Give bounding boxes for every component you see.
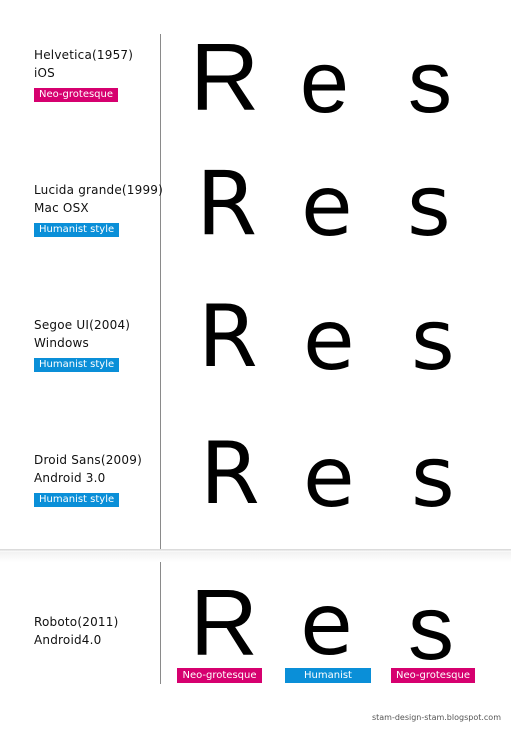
sample-letter-s: s — [408, 577, 454, 679]
sample-letter-e: e — [301, 157, 353, 255]
sample-letter-r: R — [198, 287, 258, 387]
font-platform: iOS — [34, 66, 55, 80]
sample-letter-e: e — [303, 291, 355, 389]
sample-letter-s: s — [411, 291, 455, 389]
roboto-r-style-badge: Neo-grotesque — [177, 668, 262, 683]
sample-letter-e: e — [303, 428, 355, 526]
font-platform: Mac OSX — [34, 201, 89, 215]
sample-letter-r: R — [190, 24, 260, 131]
sample-letter-s: s — [411, 428, 455, 526]
sample-letter-e: e — [300, 32, 349, 131]
style-badge: Humanist style — [34, 358, 120, 372]
font-info-lucida-grande: Lucida grande(1999) Mac OSX Humanist sty… — [34, 181, 164, 237]
vertical-divider-bottom — [160, 552, 161, 684]
font-platform: Android4.0 — [34, 633, 102, 647]
sample-letter-s: s — [408, 32, 452, 131]
roboto-s-style-badge: Neo-grotesque — [391, 668, 475, 683]
sample-letter-r: R — [196, 152, 258, 255]
sample-letter-e: e — [300, 575, 353, 675]
font-info-segoe-ui: Segoe UI(2004) Windows Humanist style — [34, 316, 156, 372]
sample-letter-r: R — [200, 424, 260, 524]
sample-letter-r: R — [190, 570, 258, 675]
style-badge: Neo-grotesque — [34, 88, 119, 102]
font-info-roboto: Roboto(2011) Android4.0 — [34, 613, 156, 649]
font-name: Helvetica(1957) — [34, 48, 134, 62]
vertical-divider-top — [160, 34, 161, 549]
font-name: Droid Sans(2009) — [34, 453, 142, 467]
roboto-e-style-badge: Humanist — [285, 668, 371, 683]
font-name: Lucida grande(1999) — [34, 183, 164, 197]
font-name: Roboto(2011) — [34, 615, 119, 629]
sample-letter-s: s — [407, 157, 451, 255]
font-info-helvetica: Helvetica(1957) iOS Neo-grotesque — [34, 46, 156, 102]
font-name: Segoe UI(2004) — [34, 318, 131, 332]
font-platform: Windows — [34, 336, 89, 350]
font-info-droid-sans: Droid Sans(2009) Android 3.0 Humanist st… — [34, 451, 156, 507]
section-separator-shade — [0, 552, 511, 562]
font-platform: Android 3.0 — [34, 471, 106, 485]
style-badge: Humanist style — [34, 493, 120, 507]
source-credit: stam-design-stam.blogspot.com — [371, 713, 501, 722]
style-badge: Humanist style — [34, 223, 120, 237]
